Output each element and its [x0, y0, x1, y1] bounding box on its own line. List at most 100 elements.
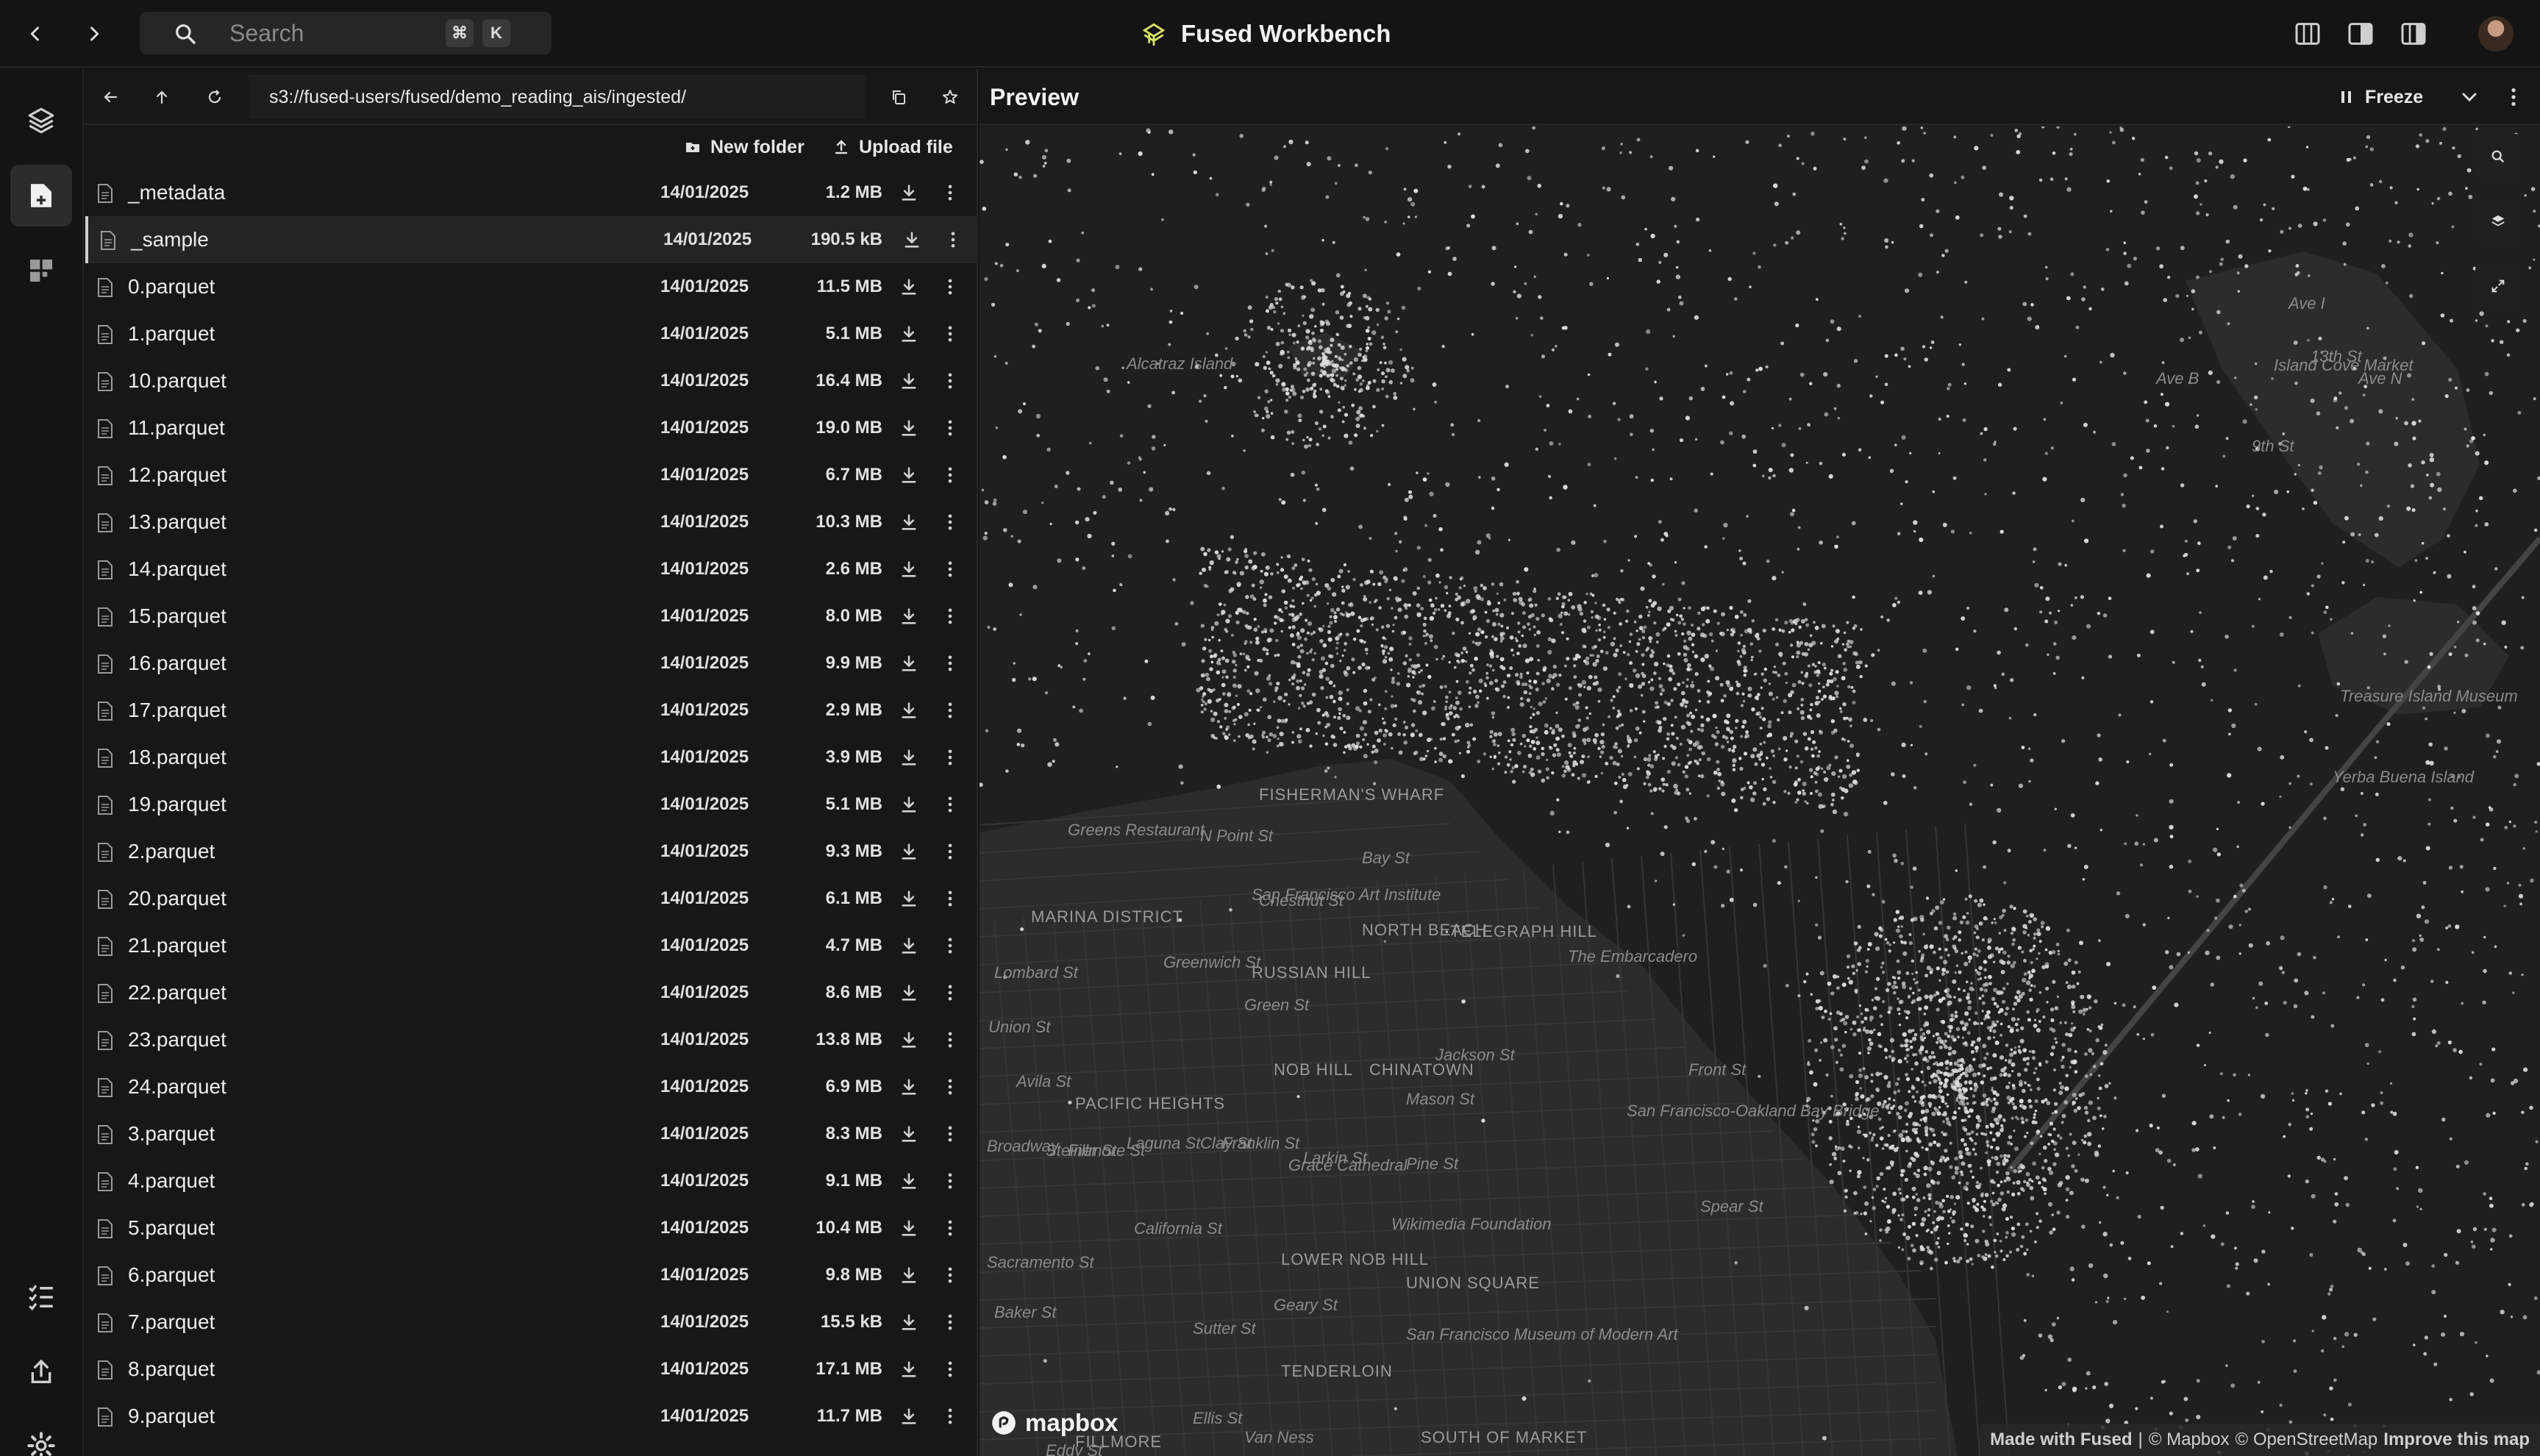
copy-path-button[interactable] [884, 82, 913, 112]
more-vertical-icon[interactable] [943, 465, 957, 485]
more-vertical-icon[interactable] [943, 559, 957, 579]
download-icon[interactable] [899, 1312, 919, 1332]
rail-settings-button[interactable] [10, 1415, 72, 1456]
layout-right-panel-icon[interactable] [2399, 19, 2428, 49]
file-row[interactable]: _sample 14/01/2025 190.5 kB [85, 216, 978, 263]
mapbox-attribution-link[interactable]: © Mapbox [2149, 1430, 2230, 1450]
more-vertical-icon[interactable] [943, 935, 957, 956]
download-icon[interactable] [899, 1265, 919, 1285]
file-row[interactable]: 22.parquet 14/01/2025 8.6 MB [85, 969, 978, 1016]
more-vertical-icon[interactable] [943, 841, 957, 862]
more-vertical-icon[interactable] [943, 182, 957, 203]
made-with-fused-link[interactable]: Made with Fused [1990, 1430, 2132, 1450]
more-vertical-icon[interactable] [2505, 85, 2522, 109]
rail-apps-button[interactable] [10, 240, 72, 301]
download-icon[interactable] [899, 559, 919, 579]
rail-tasks-button[interactable] [10, 1266, 72, 1328]
file-row[interactable]: 24.parquet 14/01/2025 6.9 MB [85, 1063, 978, 1110]
download-icon[interactable] [899, 418, 919, 438]
improve-map-link[interactable]: Improve this map [2383, 1430, 2530, 1450]
file-row[interactable]: 20.parquet 14/01/2025 6.1 MB [85, 875, 978, 922]
file-row[interactable]: 7.parquet 14/01/2025 15.5 kB [85, 1299, 978, 1346]
path-input[interactable] [249, 75, 866, 119]
mapbox-logo[interactable]: mapbox [990, 1409, 1119, 1437]
file-row[interactable]: 9.parquet 14/01/2025 11.7 MB [85, 1393, 978, 1440]
more-vertical-icon[interactable] [943, 1171, 957, 1191]
file-row[interactable]: 23.parquet 14/01/2025 13.8 MB [85, 1016, 978, 1063]
rail-layers-button[interactable] [10, 90, 72, 151]
more-vertical-icon[interactable] [943, 1218, 957, 1238]
download-icon[interactable] [899, 1406, 919, 1427]
download-icon[interactable] [899, 324, 919, 344]
file-row[interactable]: 3.parquet 14/01/2025 8.3 MB [85, 1110, 978, 1157]
more-vertical-icon[interactable] [943, 1406, 957, 1427]
file-row[interactable]: 1.parquet 14/01/2025 5.1 MB [85, 310, 978, 357]
file-row[interactable]: 2.parquet 14/01/2025 9.3 MB [85, 828, 978, 875]
more-vertical-icon[interactable] [943, 1312, 957, 1332]
more-vertical-icon[interactable] [943, 324, 957, 344]
file-row[interactable]: 5.parquet 14/01/2025 10.4 MB [85, 1205, 978, 1252]
file-row[interactable]: 0.parquet 14/01/2025 11.5 MB [85, 263, 978, 310]
download-icon[interactable] [899, 935, 919, 956]
file-row[interactable]: 13.parquet 14/01/2025 10.3 MB [85, 499, 978, 546]
file-row[interactable]: 21.parquet 14/01/2025 4.7 MB [85, 922, 978, 969]
download-icon[interactable] [899, 794, 919, 815]
more-vertical-icon[interactable] [943, 700, 957, 721]
download-icon[interactable] [899, 606, 919, 627]
forward-button[interactable] [76, 16, 112, 51]
favorite-path-button[interactable] [935, 82, 965, 112]
more-vertical-icon[interactable] [943, 371, 957, 391]
more-vertical-icon[interactable] [943, 1359, 957, 1380]
more-vertical-icon[interactable] [943, 1124, 957, 1144]
file-row[interactable]: 15.parquet 14/01/2025 8.0 MB [85, 593, 978, 640]
file-row[interactable]: 12.parquet 14/01/2025 6.7 MB [85, 452, 978, 499]
file-row[interactable]: 14.parquet 14/01/2025 2.6 MB [85, 546, 978, 593]
download-icon[interactable] [899, 653, 919, 674]
more-vertical-icon[interactable] [943, 888, 957, 909]
download-icon[interactable] [899, 888, 919, 909]
download-icon[interactable] [899, 747, 919, 768]
more-vertical-icon[interactable] [943, 606, 957, 627]
file-row[interactable]: 10.parquet 14/01/2025 16.4 MB [85, 357, 978, 404]
layout-split-icon[interactable] [2346, 19, 2375, 49]
map-layers-button[interactable] [2475, 199, 2521, 244]
path-up-button[interactable] [147, 82, 176, 112]
download-icon[interactable] [899, 1077, 919, 1097]
file-row[interactable]: 18.parquet 14/01/2025 3.9 MB [85, 734, 978, 781]
map-view[interactable]: Alcatraz Island Island Cove Market Treasur… [980, 126, 2540, 1456]
download-icon[interactable] [899, 841, 919, 862]
freeze-button[interactable]: Freeze [2340, 84, 2423, 110]
osm-attribution-link[interactable]: © OpenStreetMap [2236, 1430, 2378, 1450]
more-vertical-icon[interactable] [946, 229, 960, 250]
search-input[interactable]: Search ⌘ K [140, 12, 552, 54]
more-vertical-icon[interactable] [943, 1265, 957, 1285]
download-icon[interactable] [899, 1124, 919, 1144]
file-row[interactable]: 19.parquet 14/01/2025 5.1 MB [85, 781, 978, 828]
upload-file-button[interactable]: Upload file [832, 134, 953, 160]
file-row[interactable]: 8.parquet 14/01/2025 17.1 MB [85, 1346, 978, 1393]
download-icon[interactable] [899, 182, 919, 203]
more-vertical-icon[interactable] [943, 794, 957, 815]
rail-share-button[interactable] [10, 1341, 72, 1403]
file-row[interactable]: 16.parquet 14/01/2025 9.9 MB [85, 640, 978, 687]
more-vertical-icon[interactable] [943, 512, 957, 532]
download-icon[interactable] [899, 700, 919, 721]
download-icon[interactable] [899, 276, 919, 297]
download-icon[interactable] [902, 229, 922, 250]
download-icon[interactable] [899, 982, 919, 1003]
file-row[interactable]: 6.parquet 14/01/2025 9.8 MB [85, 1252, 978, 1299]
more-vertical-icon[interactable] [943, 653, 957, 674]
new-folder-button[interactable]: New folder [684, 134, 805, 160]
chevron-down-icon[interactable] [2458, 85, 2481, 109]
rail-files-button[interactable] [10, 165, 72, 226]
download-icon[interactable] [899, 512, 919, 532]
download-icon[interactable] [899, 1359, 919, 1380]
more-vertical-icon[interactable] [943, 982, 957, 1003]
map-search-button[interactable] [2475, 134, 2521, 179]
download-icon[interactable] [899, 1218, 919, 1238]
file-row[interactable]: 17.parquet 14/01/2025 2.9 MB [85, 687, 978, 734]
file-row[interactable]: 4.parquet 14/01/2025 9.1 MB [85, 1157, 978, 1205]
back-button[interactable] [18, 16, 53, 51]
map-fullscreen-button[interactable] [2475, 263, 2521, 309]
download-icon[interactable] [899, 1171, 919, 1191]
